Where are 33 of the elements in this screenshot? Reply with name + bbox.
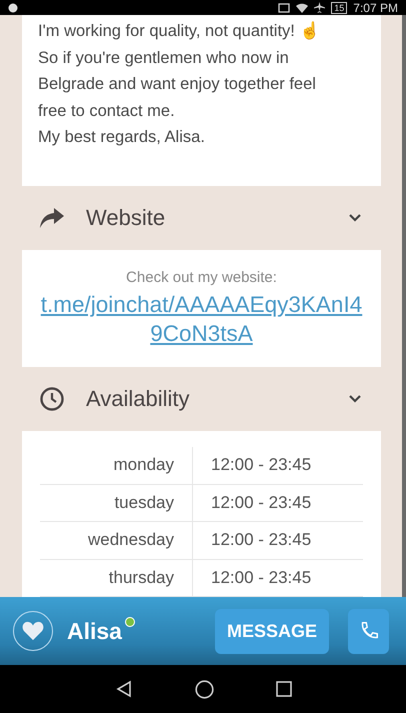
share-arrow-icon <box>40 208 64 228</box>
profile-name: Alisa <box>67 618 122 644</box>
day-cell: monday <box>40 447 193 484</box>
chevron-icon[interactable] <box>349 214 361 222</box>
favorite-button[interactable] <box>13 611 53 651</box>
website-intro: Check out my website: <box>126 268 277 286</box>
recents-icon[interactable] <box>276 681 292 697</box>
heart-icon <box>22 621 44 641</box>
about-text-line: free to contact me. <box>38 100 176 122</box>
cast-icon <box>278 2 290 12</box>
hours-cell-text: 12:00 - 23:45 <box>210 529 312 552</box>
airplane-icon <box>314 2 326 13</box>
day-cell: tuesday <box>40 484 193 522</box>
hours-cell-text: 12:00 - 23:45 <box>210 566 312 589</box>
wifi-icon <box>296 2 308 12</box>
chevron-icon[interactable] <box>349 394 361 403</box>
about-text-line: I'm working for quality, not quantity! ☝ <box>38 20 322 42</box>
about-text-line: Belgrade and want enjoy together feel <box>38 74 317 96</box>
hours-cell-text: 12:00 - 23:45 <box>210 492 312 514</box>
clock-time: 7:07 PM <box>353 0 398 14</box>
notification-dot-icon <box>8 2 18 12</box>
section-title[interactable]: Availability <box>86 386 327 412</box>
call-button[interactable] <box>348 608 389 654</box>
home-icon[interactable] <box>194 680 214 698</box>
battery-level: 15 <box>331 2 348 14</box>
day-cell: wednesday <box>40 522 193 559</box>
section-title[interactable]: Website <box>86 204 327 231</box>
hours-cell-text: 12:00 - 23:45 <box>210 454 312 476</box>
day-cell: thursday <box>40 560 193 596</box>
back-icon[interactable] <box>114 680 132 698</box>
clock-icon <box>40 386 64 411</box>
about-text-line: So if you're gentlemen who now in <box>38 48 290 69</box>
about-text-line: My best regards, Alisa. <box>38 127 206 148</box>
